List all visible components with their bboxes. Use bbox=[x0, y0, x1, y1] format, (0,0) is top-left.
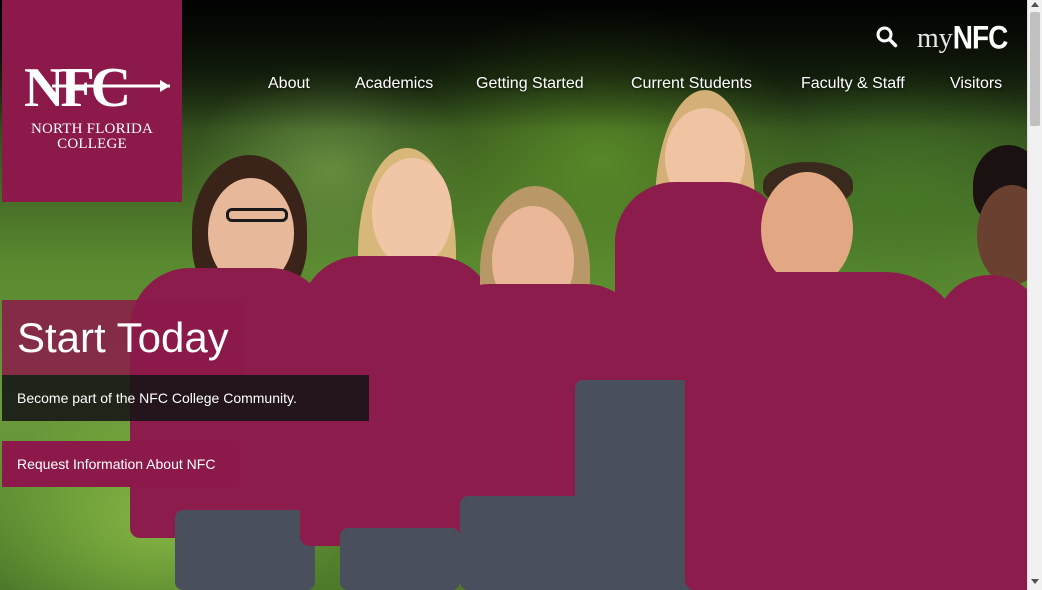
scroll-thumb[interactable] bbox=[1030, 12, 1040, 126]
nav-item-about[interactable]: About bbox=[268, 75, 310, 93]
logo-wordmark: NORTH FLORIDA COLLEGE bbox=[2, 122, 182, 152]
scroll-up-arrow-icon[interactable] bbox=[1031, 2, 1039, 7]
logo-line-1: NORTH FLORIDA bbox=[30, 121, 154, 137]
hero-person-6 bbox=[935, 145, 1027, 590]
hero-person-5 bbox=[685, 162, 965, 590]
nav-item-faculty-staff[interactable]: Faculty & Staff bbox=[801, 75, 905, 93]
mynfc-prefix: my bbox=[917, 23, 953, 54]
mynfc-link[interactable]: myNFC bbox=[917, 19, 1009, 56]
search-icon[interactable] bbox=[876, 26, 898, 48]
nav-item-visitors[interactable]: Visitors bbox=[950, 75, 1002, 93]
scroll-down-arrow-icon[interactable] bbox=[1031, 579, 1039, 584]
page-scrollbar[interactable] bbox=[1027, 0, 1042, 590]
mynfc-suffix: NFC bbox=[952, 19, 1009, 56]
nav-item-getting-started[interactable]: Getting Started bbox=[476, 75, 584, 93]
logo[interactable]: NFC NORTH FLORIDA COLLEGE bbox=[2, 0, 182, 202]
request-info-button[interactable]: Request Information About NFC bbox=[2, 441, 239, 487]
hero-title: Start Today bbox=[2, 300, 244, 375]
hero-subtitle: Become part of the NFC College Community… bbox=[2, 375, 369, 421]
logo-line-2: COLLEGE bbox=[57, 136, 127, 152]
nav-item-current-students[interactable]: Current Students bbox=[631, 75, 752, 93]
nav-item-academics[interactable]: Academics bbox=[355, 75, 433, 93]
nfc-logo-mark: NFC bbox=[24, 57, 170, 116]
